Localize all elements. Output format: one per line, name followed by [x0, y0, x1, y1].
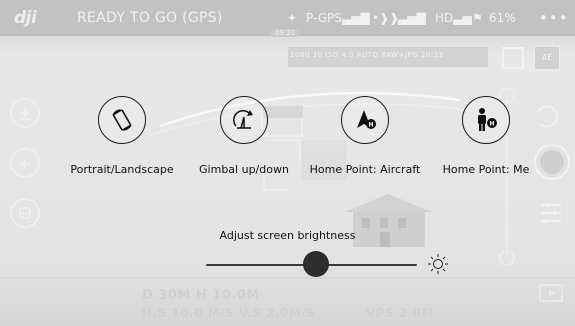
svg-text:H: H — [368, 122, 373, 129]
land-button[interactable] — [10, 98, 40, 128]
moon-icon — [179, 256, 188, 274]
svg-text:H: H — [489, 121, 494, 128]
distance-readout: D 30M H 10.0M — [142, 288, 260, 303]
action-label: Home Point: Me — [442, 163, 530, 176]
home-point-me-action[interactable]: H Home Point: Me — [411, 96, 561, 196]
flight-status[interactable]: READY TO GO (GPS) — [77, 10, 223, 26]
ae-lock-button[interactable]: AE — [534, 46, 560, 70]
sun-icon — [428, 254, 448, 274]
download-icon — [19, 107, 31, 120]
more-options-icon[interactable]: ••• — [539, 9, 569, 27]
play-icon — [549, 289, 555, 297]
dji-go-screen: dji READY TO GO (GPS) ✦ P-GPS ▃▅▇ •❱❱ ▃▅… — [0, 0, 575, 326]
gimbal-icon[interactable] — [220, 96, 268, 144]
flight-mode-icon — [19, 207, 31, 219]
rth-icon — [19, 159, 31, 168]
time-badge: 09:20 — [271, 29, 300, 37]
camera-mode-button[interactable] — [502, 47, 524, 69]
hd-signal: HD▃▅ — [435, 11, 472, 25]
playback-button[interactable] — [539, 284, 563, 302]
brightness-label: Adjust screen brightness — [219, 229, 356, 242]
home-point-aircraft-icon[interactable]: H — [341, 96, 389, 144]
gps-mode[interactable]: P-GPS — [306, 11, 342, 25]
rc-signal-icon: ▃▅▇ — [398, 11, 426, 25]
drone-icon: ✦ — [287, 11, 298, 25]
intelligent-flight-button[interactable] — [10, 198, 40, 228]
brightness-slider-knob[interactable] — [302, 251, 329, 277]
vps-readout: VPS 2.0M — [366, 306, 435, 320]
hd-label: HD — [435, 11, 454, 25]
remote-signal-icon: ▃▅▇ — [342, 11, 370, 25]
obstacle-sensing-icon: •❱❱ — [372, 11, 400, 25]
battery-icon: ⚑ — [472, 11, 483, 25]
smart-return-button[interactable] — [10, 148, 40, 178]
camera-settings-bar[interactable]: 1080 30 ISO 4.0 AUTO RAW+JPG 20:33 — [287, 46, 489, 68]
rotate-screen-icon[interactable] — [98, 96, 146, 144]
battery-level[interactable]: 61% — [489, 11, 516, 25]
home-point-me-icon[interactable]: H — [462, 96, 510, 144]
dji-logo[interactable]: dji — [14, 8, 37, 28]
ae-label: AE — [541, 53, 553, 62]
camera-readout: 1080 30 ISO 4.0 AUTO RAW+JPG 20:33 — [290, 51, 444, 59]
speed-readout: H.S 10.0 M/S V.S 2.0M/S — [142, 306, 316, 320]
